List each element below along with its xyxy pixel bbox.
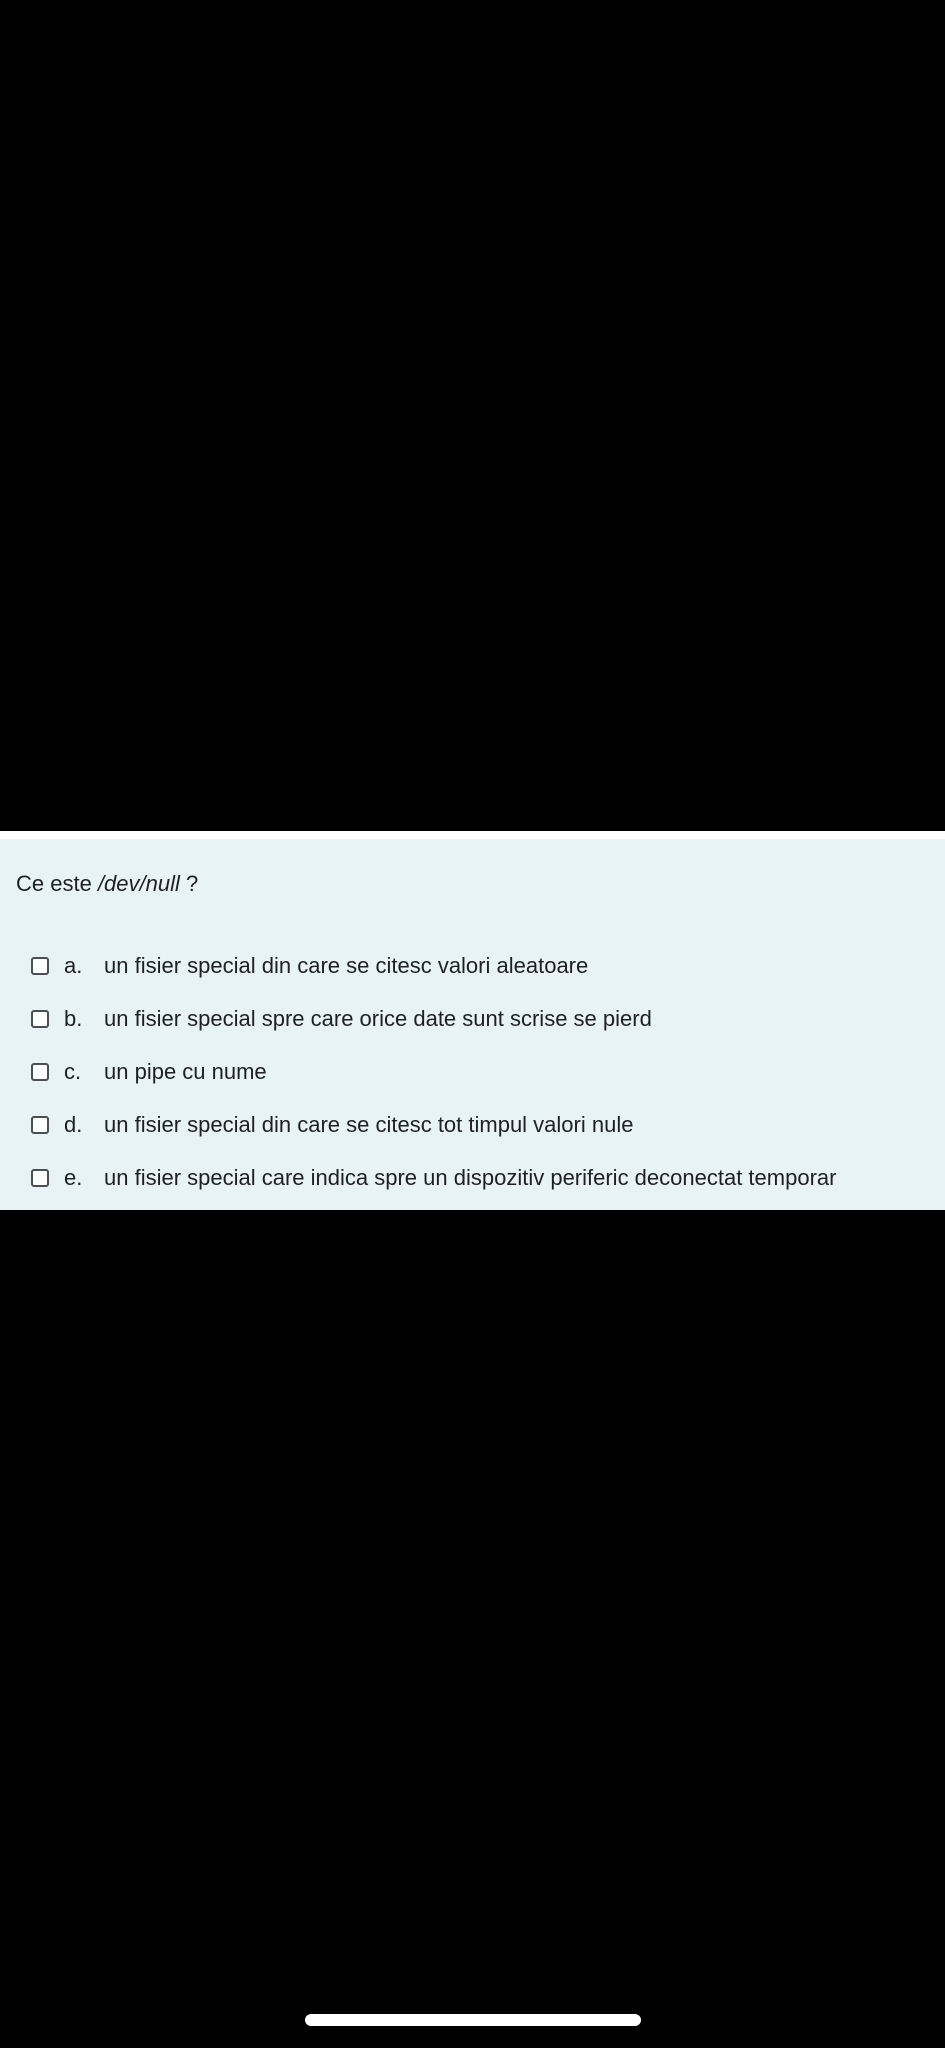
answer-option-d[interactable]: d. un fisier special din care se citesc … <box>0 1098 945 1151</box>
answer-text-e[interactable]: un fisier special care indica spre un di… <box>104 1165 836 1191</box>
answer-text-b[interactable]: un fisier special spre care orice date s… <box>104 1006 652 1032</box>
checkbox-a[interactable] <box>31 956 49 975</box>
answer-list: a. un fisier special din care se citesc … <box>0 939 945 1204</box>
checkbox-d[interactable] <box>31 1115 49 1134</box>
answer-letter-c: c. <box>64 1058 82 1084</box>
question-prefix: Ce este <box>16 871 98 896</box>
answer-letter-a: a. <box>64 952 83 978</box>
checkbox-c[interactable] <box>31 1062 49 1081</box>
answer-option-b[interactable]: b. un fisier special spre care orice dat… <box>0 992 945 1045</box>
answer-letter-b: b. <box>64 1005 83 1031</box>
question-suffix: ? <box>179 871 199 896</box>
answer-text-d[interactable]: un fisier special din care se citesc tot… <box>104 1112 633 1138</box>
answer-option-c[interactable]: c. un pipe cu nume <box>0 1045 945 1098</box>
home-indicator[interactable] <box>305 2014 641 2026</box>
checkbox-e[interactable] <box>31 1168 49 1187</box>
answer-option-a[interactable]: a. un fisier special din care se citesc … <box>0 939 945 992</box>
question-path: /dev/null <box>97 871 180 896</box>
answer-text-c[interactable]: un pipe cu nume <box>104 1059 267 1085</box>
answer-letter-d: d. <box>64 1111 83 1137</box>
answer-letter-e: e. <box>64 1164 83 1190</box>
checkbox-b[interactable] <box>31 1009 49 1028</box>
answer-text-a[interactable]: un fisier special din care se citesc val… <box>104 953 588 979</box>
question-text: Ce este /dev/null ? <box>16 871 198 897</box>
answer-option-e[interactable]: e. un fisier special care indica spre un… <box>0 1151 945 1204</box>
quiz-question-card: Ce este /dev/null ? a. un fisier special… <box>0 831 945 1210</box>
